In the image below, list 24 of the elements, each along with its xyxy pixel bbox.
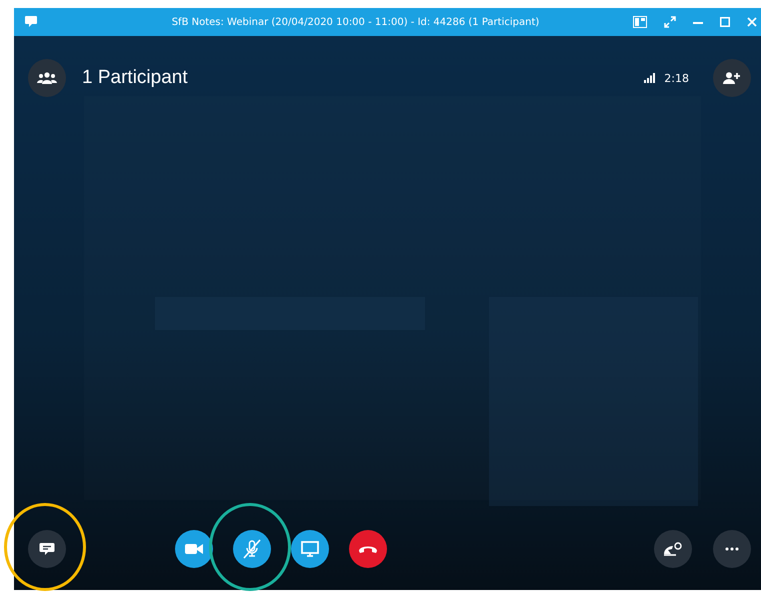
full-screen-icon[interactable]: [664, 16, 676, 28]
camera-icon: [185, 543, 203, 555]
monitor-icon: [301, 541, 319, 557]
more-icon: [725, 547, 739, 551]
people-icon: [37, 72, 57, 84]
window-title: SfB Notes: Webinar (20/04/2020 10:00 - 11:00) - Id: 44286 (1 Participant): [170, 16, 540, 28]
hang-up-button[interactable]: [349, 530, 387, 568]
participant-count: 1 Participant: [82, 67, 188, 89]
participants-button[interactable]: [28, 59, 66, 97]
layout-icon[interactable]: [633, 16, 647, 28]
call-controls-button[interactable]: [654, 530, 692, 568]
microphone-button[interactable]: [233, 530, 271, 568]
add-person-button[interactable]: [713, 59, 751, 97]
chat-bubble-icon: [24, 15, 38, 29]
close-icon[interactable]: [747, 17, 757, 27]
add-person-icon: [723, 72, 741, 84]
maximize-icon[interactable]: [720, 17, 730, 27]
screen-share-button[interactable]: [291, 530, 329, 568]
phone-icon: [358, 544, 378, 554]
signal-icon: [644, 73, 656, 83]
call-timer: 2:18: [664, 72, 689, 84]
video-button[interactable]: [175, 530, 213, 568]
chat-button[interactable]: [28, 530, 66, 568]
chat-bubble-icon: [39, 542, 55, 556]
